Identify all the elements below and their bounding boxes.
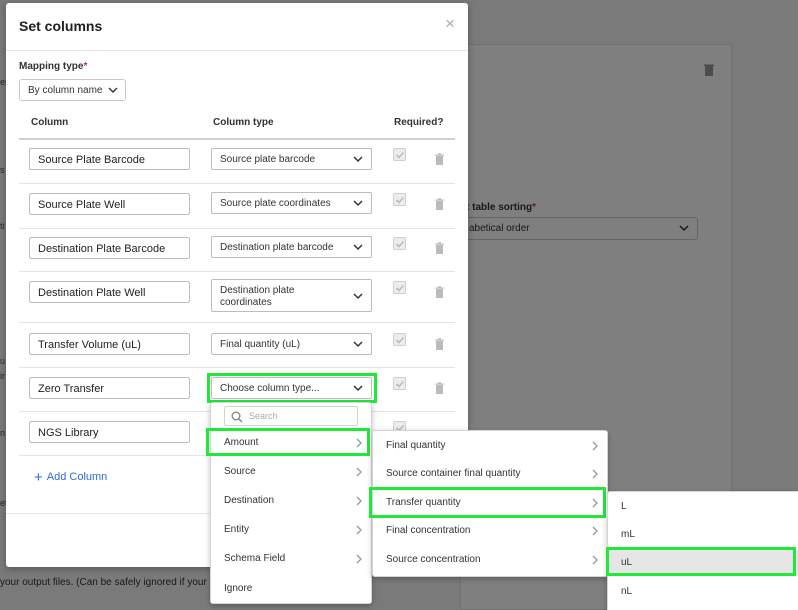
menu-item-ignore[interactable]: Ignore — [211, 576, 371, 602]
mapping-type-label: Mapping type* — [19, 61, 88, 72]
plus-icon: + — [34, 469, 43, 486]
required-checkbox[interactable] — [393, 333, 406, 346]
menu-item-source-concentration[interactable]: Source concentration — [373, 547, 607, 573]
chevron-down-icon — [108, 87, 118, 93]
column-name-input[interactable]: Destination Plate Barcode — [29, 237, 190, 259]
row-divider — [19, 322, 455, 323]
chevron-right-icon — [356, 438, 362, 448]
trash-icon[interactable] — [434, 242, 445, 255]
close-icon[interactable]: × — [443, 15, 457, 32]
row-divider — [19, 183, 455, 184]
chevron-down-icon — [353, 200, 363, 207]
column-type-select[interactable]: Source plate coordinates — [211, 192, 372, 214]
row-divider — [19, 367, 455, 368]
required-checkbox[interactable] — [393, 193, 406, 206]
column-type-select[interactable]: Choose column type... — [211, 377, 372, 399]
search-icon — [231, 411, 243, 423]
column-name-input[interactable]: NGS Library — [29, 421, 190, 443]
column-name-input[interactable]: Destination Plate Well — [29, 281, 190, 303]
menu-item-source-container-final-quantity[interactable]: Source container final quantity — [373, 461, 607, 487]
menu-item-amount[interactable]: Amount — [211, 430, 371, 456]
header-required: Required? — [394, 117, 444, 128]
column-type-select[interactable]: Source plate barcode — [211, 148, 372, 170]
checkmark-icon — [395, 151, 405, 159]
chevron-down-icon — [353, 292, 363, 299]
add-column-button[interactable]: + Add Column — [34, 469, 107, 486]
divider — [6, 50, 468, 51]
trash-icon[interactable] — [434, 286, 445, 299]
required-checkbox[interactable] — [393, 281, 406, 294]
column-type-menu: Search Amount Source Destination Entity … — [210, 402, 372, 604]
menu-item-source[interactable]: Source — [211, 459, 371, 485]
chevron-right-icon — [592, 498, 598, 508]
search-input[interactable]: Search — [224, 406, 358, 426]
chevron-right-icon — [592, 526, 598, 536]
trash-icon[interactable] — [434, 198, 445, 211]
menu-item-unit-nl[interactable]: nL — [608, 579, 798, 605]
required-checkbox[interactable] — [393, 148, 406, 161]
trash-icon[interactable] — [434, 382, 445, 395]
modal-title: Set columns — [19, 18, 103, 34]
column-name-input[interactable]: Source Plate Well — [29, 193, 190, 215]
menu-item-unit-ml[interactable]: mL — [608, 522, 798, 548]
checkmark-icon — [395, 336, 405, 344]
mapping-type-select[interactable]: By column name — [19, 79, 126, 101]
chevron-down-icon — [353, 244, 363, 251]
chevron-right-icon — [356, 525, 362, 535]
row-divider — [19, 228, 455, 229]
chevron-down-icon — [353, 156, 363, 163]
chevron-down-icon — [353, 341, 363, 348]
checkmark-icon — [395, 380, 405, 388]
transfer-quantity-unit-submenu: L mL uL nL — [607, 491, 798, 610]
menu-item-final-concentration[interactable]: Final concentration — [373, 518, 607, 544]
menu-item-entity[interactable]: Entity — [211, 517, 371, 543]
menu-item-final-quantity[interactable]: Final quantity — [373, 433, 607, 459]
checkmark-icon — [395, 240, 405, 248]
header-column: Column — [31, 117, 69, 128]
column-name-input[interactable]: Transfer Volume (uL) — [29, 333, 190, 355]
chevron-right-icon — [356, 496, 362, 506]
column-name-input[interactable]: Zero Transfer — [29, 377, 190, 399]
menu-item-unit-l[interactable]: L — [608, 494, 798, 520]
menu-item-destination[interactable]: Destination — [211, 488, 371, 514]
row-divider — [19, 271, 455, 272]
chevron-right-icon — [356, 467, 362, 477]
chevron-right-icon — [592, 441, 598, 451]
header-column-type: Column type — [213, 117, 274, 128]
chevron-right-icon — [592, 555, 598, 565]
trash-icon[interactable] — [434, 338, 445, 351]
menu-item-schema-field[interactable]: Schema Field — [211, 546, 371, 572]
amount-submenu: Final quantity Source container final qu… — [372, 430, 608, 577]
column-type-select[interactable]: Destination plate coordinates — [211, 279, 372, 312]
column-type-select[interactable]: Final quantity (uL) — [211, 333, 372, 355]
required-checkbox[interactable] — [393, 237, 406, 250]
chevron-right-icon — [592, 469, 598, 479]
required-checkbox[interactable] — [393, 377, 406, 390]
chevron-down-icon — [353, 385, 363, 392]
column-type-select[interactable]: Destination plate barcode — [211, 236, 372, 258]
trash-icon[interactable] — [434, 153, 445, 166]
checkmark-icon — [395, 284, 405, 292]
checkmark-icon — [395, 196, 405, 204]
column-name-input[interactable]: Source Plate Barcode — [29, 148, 190, 170]
header-divider — [19, 138, 455, 140]
chevron-right-icon — [356, 554, 362, 564]
menu-item-unit-ul[interactable]: uL — [608, 550, 798, 576]
menu-item-transfer-quantity[interactable]: Transfer quantity — [373, 490, 607, 516]
